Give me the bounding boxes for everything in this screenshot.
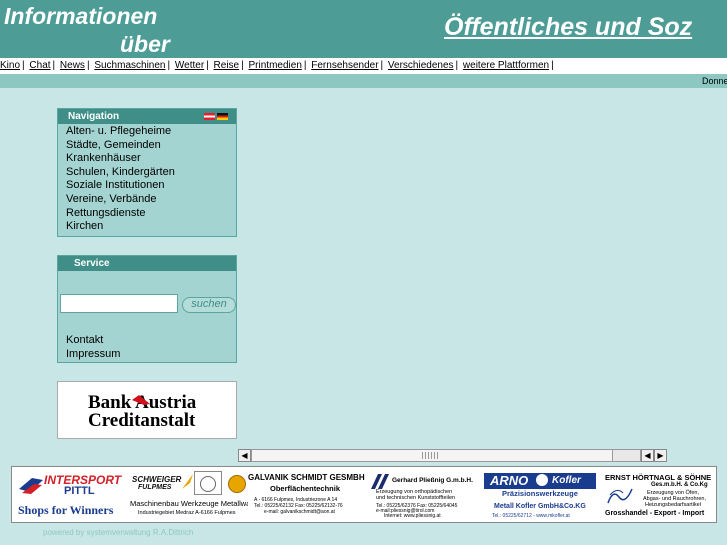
service-link-impressum[interactable]: Impressum [66,348,120,362]
topnav-link-kino[interactable]: Kino [0,60,20,71]
nav-item-staedte[interactable]: Städte, Gemeinden [66,139,236,153]
scroll-track[interactable] [251,449,641,462]
ad-intersport[interactable]: INTERSPORT PITTL Shops for Winners [12,467,127,522]
header-left-title: Informationen über [4,2,170,58]
topnav-link-chat[interactable]: Chat [29,60,50,71]
navigation-list: Alten- u. Pflegeheime Städte, Gemeinden … [58,124,236,236]
nav-item-rettungsdienste[interactable]: Rettungsdienste [66,207,236,221]
ad-arno-kofler[interactable]: ARNO Kofler Präzisionswerkzeuge Metall K… [482,467,598,522]
header-right-title[interactable]: Öffentliches und Soz [444,13,692,42]
intersport-logo-icon [19,478,43,494]
schweiger-addr: Industriegebiet Medraz A-6166 Fulpmes [138,510,236,516]
galvanik-logo-icon [228,475,246,493]
news-ticker: Donne [0,74,727,88]
navigation-box: Navigation Alten- u. Pflegeheime Städte,… [57,108,237,237]
topnav-link-reise[interactable]: Reise [214,60,240,71]
arno-company: Metall Kofler GmbH&Co.KG [494,503,586,510]
arno-tel: Tel.: 05225/62712 - www.mkofler.at [492,513,570,519]
search-row: suchen [60,293,236,313]
topnav-link-wetter[interactable]: Wetter [175,60,204,71]
bank-austria-banner[interactable]: Bank Austria Creditanstalt [57,381,237,439]
navigation-header: Navigation [58,109,236,124]
service-links: Kontakt Impressum [66,334,120,361]
galvanik-sub: Oberflächentechnik [270,484,341,493]
topnav-link-verschiedenes[interactable]: Verschiedenes [388,60,454,71]
hoertnagl-logo-icon [607,488,633,504]
nav-item-soziale-institutionen[interactable]: Soziale Institutionen [66,179,236,193]
ad-hoertnagl[interactable]: ERNST HÖRTNAGL & SÖHNE Ges.m.b.H. & Co.K… [599,467,716,522]
sponsor-ads-strip: INTERSPORT PITTL Shops for Winners SCHWE… [11,466,717,523]
pliessnig-line5: Internet: www.pliessnig.at [384,513,441,519]
austria-flag-icon[interactable] [204,113,215,120]
kofler-logo-icon [536,474,548,486]
top-navigation: Kino | Chat | News | Suchmaschinen | Wetter |… [0,58,727,74]
ad-pliessnig[interactable]: Gerhard Pließnig G.m.b.H. Erzeugung von … [368,467,481,522]
nav-item-vereine[interactable]: Vereine, Verbände [66,193,236,207]
search-button[interactable]: suchen [182,297,236,313]
pliessnig-title: Gerhard Pließnig G.m.b.H. [392,477,473,484]
arno-sub: Präzisionswerkzeuge [502,489,578,498]
service-header: Service [58,256,236,271]
search-input[interactable] [60,293,178,313]
service-box: Service suchen Kontakt Impressum [57,255,237,363]
page-header: Informationen über Öffentliches und Soz [0,0,727,58]
schweiger-name: SCHWEIGER [132,475,182,484]
scroll-grip-icon [422,452,438,459]
topnav-link-news[interactable]: News [60,60,85,71]
hoertnagl-sub: Ges.m.b.H. & Co.Kg [651,482,708,488]
germany-flag-icon[interactable] [217,113,228,120]
iso-certificate-icon [194,471,222,495]
scroll-right-button[interactable]: ▶ [654,449,667,462]
intersport-slogan: Shops for Winners [18,503,114,517]
language-flags [202,113,228,128]
scroll-left-button[interactable]: ◀ [238,449,251,462]
scroll-left-button-2[interactable]: ◀ [641,449,654,462]
bank-austria-logo-icon [132,395,150,405]
nav-item-kirchen[interactable]: Kirchen [66,220,236,234]
service-link-kontakt[interactable]: Kontakt [66,334,120,348]
header-title-line1: Informationen [4,3,158,29]
hoertnagl-bottom: Grosshandel - Export - Import [605,510,705,517]
header-title-line2: über [120,31,170,57]
arno-brand: ARNO [490,473,529,488]
topnav-link-fernsehsender[interactable]: Fernsehsender [311,60,378,71]
ad-galvanik-schmidt[interactable]: GALVANIK SCHMIDT GESMBH Oberflächentechn… [224,467,368,522]
pliessnig-line2: und technischen Kunststoffteilen [376,495,456,501]
schweiger-sub: FULPMES [138,484,172,491]
topnav-link-suchmaschinen[interactable]: Suchmaschinen [94,60,165,71]
bank-name-line2: Creditanstalt [88,410,196,431]
navigation-title: Navigation [68,111,120,122]
service-title: Service [74,258,110,269]
page-footer[interactable]: powered by systemverwaltung R.A.Dittrich [43,528,193,537]
kofler-brand: Kofler [552,475,581,486]
nav-item-krankenhaeuser[interactable]: Krankenhäuser [66,152,236,166]
ads-scrollbar[interactable]: ◀ ◀ ▶ [238,449,667,462]
topnav-link-weitere-plattformen[interactable]: weitere Plattformen [463,60,549,71]
hoertnagl-title: ERNST HÖRTNAGL & SÖHNE [605,473,712,482]
schweiger-swoosh-icon [182,474,193,489]
scroll-thumb[interactable] [252,450,613,461]
galvanik-title: GALVANIK SCHMIDT GESMBH [248,473,365,482]
topnav-link-printmedien[interactable]: Printmedien [249,60,302,71]
nav-item-schulen[interactable]: Schulen, Kindergärten [66,166,236,180]
intersport-sub: PITTL [64,485,95,497]
ticker-text: Donne [702,76,727,86]
galvanik-mail: e-mail: galvanikschmidt@aon.at [264,509,335,515]
hoertnagl-line3: Heizungsbedarfsartikel [645,502,701,508]
